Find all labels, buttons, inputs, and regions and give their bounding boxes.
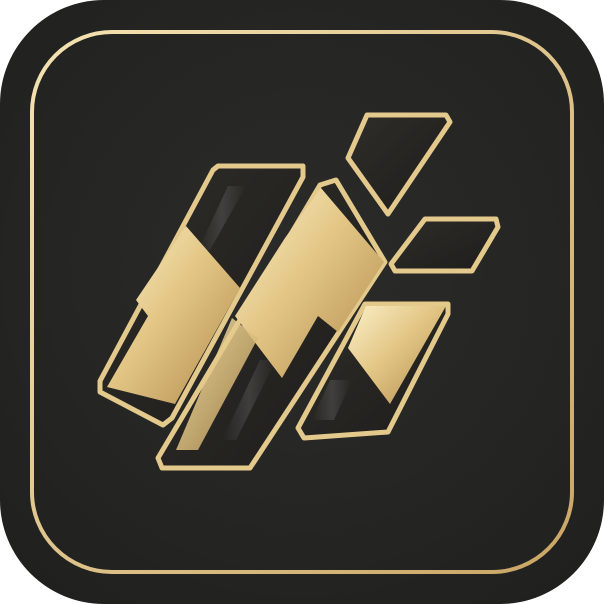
gold-piece-right xyxy=(388,216,501,274)
app-icon[interactable] xyxy=(0,0,604,604)
gold-piece-top xyxy=(345,112,453,217)
gold-bars-logo-icon xyxy=(30,30,574,574)
